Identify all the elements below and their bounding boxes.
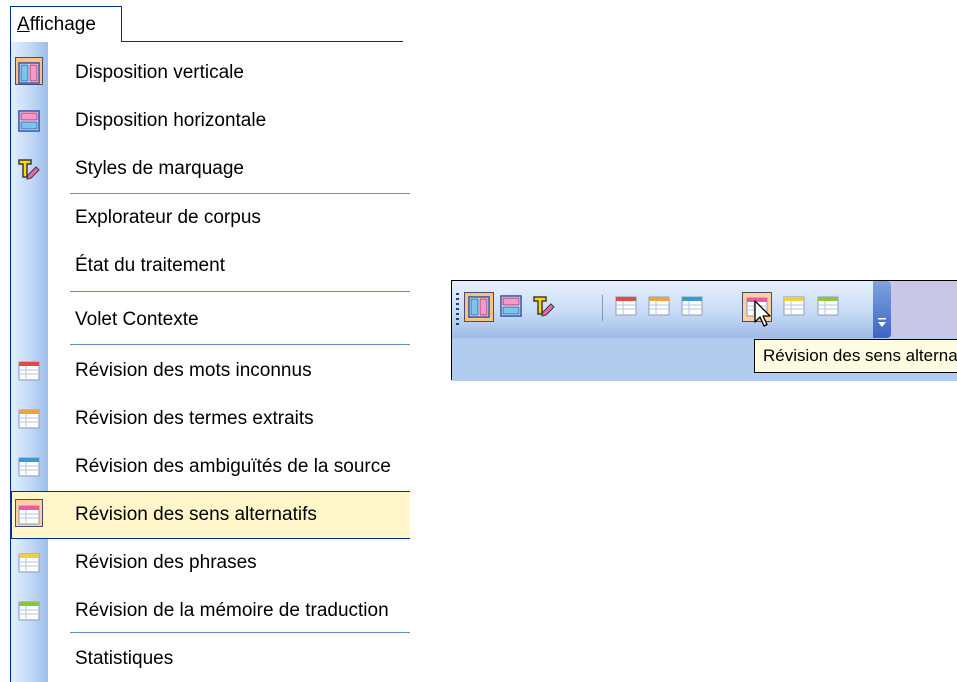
menu-item-revision-memoire-traduction[interactable]: Révision de la mémoire de traduction <box>11 587 410 635</box>
toolbar-button-vertical-layout[interactable] <box>464 292 494 322</box>
toolbar-button-revision-mots-inconnus[interactable] <box>612 292 642 322</box>
toolbar-button-horizontal-layout[interactable] <box>497 292 527 322</box>
toolbar-background-right <box>884 281 957 338</box>
menu-item-label: Disposition horizontale <box>75 110 267 131</box>
review-grid-green-icon <box>18 601 40 621</box>
mouse-cursor-icon <box>754 300 771 327</box>
menu-item-disposition-verticale[interactable]: Disposition verticale <box>11 49 410 97</box>
review-grid-yellow-icon <box>18 553 40 573</box>
review-grid-blue-icon <box>681 296 703 316</box>
menu-item-label: Révision de la mémoire de traduction <box>75 600 389 621</box>
menu-item-label: Volet Contexte <box>75 309 199 330</box>
horizontal-layout-icon <box>500 295 522 317</box>
review-grid-green-icon <box>817 296 839 316</box>
menu-item-label: Révision des ambiguïtés de la source <box>75 456 391 477</box>
review-grid-pink-icon <box>18 505 40 525</box>
toolbar-button-markup-styles[interactable] <box>530 292 560 322</box>
toolbar-separator <box>602 295 603 321</box>
menu-separator <box>70 291 410 292</box>
toolbar-button-revision-phrases[interactable] <box>780 292 810 322</box>
menu-item-statistiques[interactable]: Statistiques <box>11 635 410 682</box>
menu-item-label: Révision des mots inconnus <box>75 360 312 381</box>
markup-styles-icon <box>533 296 555 317</box>
menu-item-styles-de-marquage[interactable]: Styles de marquage <box>11 145 410 193</box>
review-grid-yellow-icon <box>783 296 805 316</box>
menu-item-label: Statistiques <box>75 648 174 669</box>
review-grid-orange-icon <box>648 296 670 316</box>
menu-item-volet-contexte[interactable]: Volet Contexte <box>11 296 410 344</box>
menu-item-revision-termes-extraits[interactable]: Révision des termes extraits <box>11 395 410 443</box>
menu-item-revision-sens-alternatifs[interactable]: Révision des sens alternatifs <box>11 491 410 539</box>
review-grid-orange-icon <box>18 409 40 429</box>
toolbar-button-revision-ambiguites[interactable] <box>678 292 708 322</box>
menu-item-label: Révision des termes extraits <box>75 408 314 429</box>
menu-item-explorateur-de-corpus[interactable]: Explorateur de corpus <box>11 194 410 242</box>
menu-item-label: Disposition verticale <box>75 62 244 83</box>
toolbar-button-revision-termes-extraits[interactable] <box>645 292 675 322</box>
toolbar-overflow-button[interactable] <box>873 281 891 338</box>
menu-item-label: Styles de marquage <box>75 158 244 179</box>
menu-item-disposition-horizontale[interactable]: Disposition horizontale <box>11 97 410 145</box>
menu-title-affichage[interactable]: Affichage <box>10 6 122 42</box>
menu-item-label: Révision des phrases <box>75 552 257 573</box>
menu-item-revision-ambiguites-source[interactable]: Révision des ambiguïtés de la source <box>11 443 410 491</box>
markup-styles-icon <box>18 159 40 180</box>
review-grid-red-icon <box>615 296 637 316</box>
menu-item-label: État du traitement <box>75 255 225 276</box>
vertical-layout-icon <box>468 296 490 318</box>
menu-item-revision-phrases[interactable]: Révision des phrases <box>11 539 410 587</box>
menu-title-mnemonic: A <box>17 14 30 35</box>
tooltip: Révision des sens alternatifs <box>754 339 957 373</box>
horizontal-layout-icon <box>18 110 40 132</box>
vertical-layout-icon <box>18 62 40 84</box>
menu-item-revision-mots-inconnus[interactable]: Révision des mots inconnus <box>11 347 410 395</box>
affichage-dropdown-menu: Disposition verticale Disposition horizo… <box>10 42 410 682</box>
review-grid-red-icon <box>18 361 40 381</box>
menu-item-label: Révision des sens alternatifs <box>75 504 317 525</box>
toolbar-button-revision-memoire[interactable] <box>814 292 844 322</box>
menu-separator <box>70 344 410 345</box>
menu-separator <box>70 632 410 633</box>
review-toolbar: Révision des sens alternatifs <box>451 280 957 381</box>
review-grid-blue-icon <box>18 457 40 477</box>
toolbar-grip-handle[interactable] <box>456 293 459 327</box>
menu-title-text: ffichage <box>29 14 96 35</box>
chevron-down-icon <box>878 318 886 327</box>
menu-item-label: Explorateur de corpus <box>75 207 261 228</box>
menu-item-etat-du-traitement[interactable]: État du traitement <box>11 242 410 290</box>
